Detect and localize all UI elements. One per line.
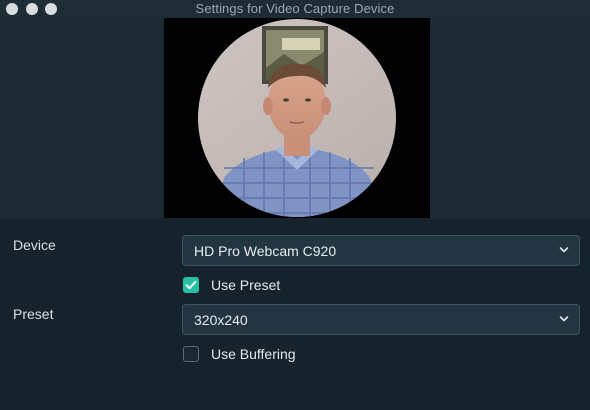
preset-select[interactable]: 320x240 <box>182 304 580 335</box>
device-select-value: HD Pro Webcam C920 <box>194 243 337 259</box>
use-buffering-check-box[interactable] <box>183 346 199 362</box>
video-preview <box>164 18 430 218</box>
settings-panel: Device HD Pro Webcam C920 Use Preset Pre… <box>0 218 590 410</box>
device-select[interactable]: HD Pro Webcam C920 <box>182 235 580 266</box>
use-buffering-label: Use Buffering <box>211 346 296 362</box>
window-title: Settings for Video Capture Device <box>195 1 395 16</box>
chevron-down-icon <box>559 247 569 253</box>
title-bar: Settings for Video Capture Device <box>0 0 590 18</box>
preset-label: Preset <box>13 306 54 322</box>
webcam-preview-image <box>198 19 396 217</box>
settings-window: Settings for Video Capture Device Device… <box>0 0 590 410</box>
checkmark-icon <box>185 280 197 290</box>
preview-area <box>0 18 590 218</box>
preset-select-value: 320x240 <box>194 312 248 328</box>
chevron-down-icon <box>559 316 569 322</box>
device-label: Device <box>13 237 56 253</box>
use-preset-check-box[interactable] <box>183 277 199 293</box>
use-preset-label: Use Preset <box>211 277 281 293</box>
